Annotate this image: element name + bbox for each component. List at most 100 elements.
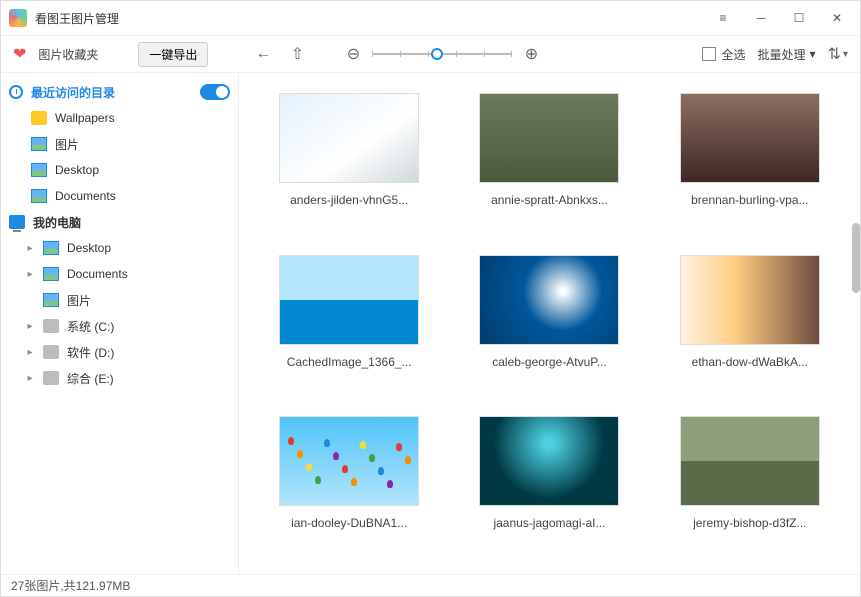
sidebar-recent-item[interactable]: Documents — [1, 183, 238, 209]
thumbnail-image — [479, 255, 619, 345]
slider-thumb[interactable] — [431, 48, 443, 60]
toolbar: ❤ 图片收藏夹 一键导出 ← ⇧ ⊖ ⊕ 全选 批量处理 ▾ ⇅ ▾ — [1, 35, 860, 73]
sidebar: 最近访问的目录 Wallpapers 图片 Desktop Documents 我的电… — [1, 73, 239, 574]
recent-toggle[interactable] — [200, 84, 230, 100]
sidebar-item-label: 系统 (C:) — [67, 318, 114, 335]
export-button[interactable]: 一键导出 — [138, 42, 208, 67]
sidebar-item-label: Wallpapers — [55, 111, 115, 125]
thumbnail-label: CachedImage_1366_... — [287, 355, 412, 369]
thumbnail-label: ethan-dow-dWaBkA... — [692, 355, 808, 369]
favorites-label[interactable]: 图片收藏夹 — [38, 46, 98, 63]
sidebar-item-label: Documents — [55, 189, 116, 203]
up-button[interactable]: ⇧ — [286, 43, 308, 65]
checkbox-icon — [702, 47, 716, 61]
chevron-right-icon: ▸ — [25, 373, 35, 384]
img-icon — [43, 267, 59, 281]
sidebar-recent-item[interactable]: 图片 — [1, 131, 238, 157]
thumbnail-image — [680, 93, 820, 183]
thumbnail-label: anders-jilden-vhnG5... — [290, 193, 408, 207]
thumbnail-image — [479, 93, 619, 183]
sidebar-item-label: Documents — [67, 267, 128, 281]
menu-button[interactable]: ≡ — [708, 3, 738, 33]
thumbnail-label: ian-dooley-DuBNA1... — [291, 516, 407, 530]
computer-icon — [9, 215, 25, 229]
thumbnail-image — [479, 416, 619, 506]
folder-icon — [31, 111, 47, 125]
sidebar-recent-header[interactable]: 最近访问的目录 — [1, 79, 238, 105]
thumbnail-item[interactable]: jeremy-bishop-d3fZ... — [670, 416, 830, 554]
minimize-button[interactable]: ─ — [746, 3, 776, 33]
thumbnail-label: jeremy-bishop-d3fZ... — [693, 516, 806, 530]
img-icon — [31, 163, 47, 177]
sidebar-computer-item[interactable]: ▸ 综合 (E:) — [1, 365, 238, 391]
chevron-right-icon: ▸ — [25, 321, 35, 332]
chevron-right-icon: ▸ — [25, 269, 35, 280]
drive-icon — [43, 371, 59, 385]
chevron-right-icon: ▸ — [25, 347, 35, 358]
thumbnail-item[interactable]: anders-jilden-vhnG5... — [269, 93, 429, 231]
sidebar-computer-item[interactable]: ▸ 软件 (D:) — [1, 339, 238, 365]
sidebar-item-label: 综合 (E:) — [67, 370, 114, 387]
thumbnail-image — [279, 255, 419, 345]
thumbnail-image — [680, 416, 820, 506]
thumbnail-grid: anders-jilden-vhnG5... annie-spratt-Abnkx… — [239, 73, 860, 574]
img-icon — [31, 137, 47, 151]
thumbnail-item[interactable]: jaanus-jagomagi-aI... — [469, 416, 629, 554]
thumbnail-item[interactable]: ian-dooley-DuBNA1... — [269, 416, 429, 554]
sidebar-computer-item[interactable]: ▸ 系统 (C:) — [1, 313, 238, 339]
clock-icon — [9, 85, 23, 99]
close-button[interactable]: ✕ — [822, 3, 852, 33]
thumbnail-item[interactable]: caleb-george-AtvuP... — [469, 255, 629, 393]
thumbnail-image — [680, 255, 820, 345]
sidebar-item-label: 图片 — [55, 136, 79, 153]
heart-icon: ❤ — [13, 44, 26, 64]
thumbnail-image — [279, 416, 419, 506]
main-panel: anders-jilden-vhnG5... annie-spratt-Abnkx… — [239, 73, 860, 574]
sidebar-item-label: Desktop — [67, 241, 111, 255]
back-button[interactable]: ← — [252, 43, 274, 65]
batch-process-dropdown[interactable]: 批量处理 ▾ — [758, 46, 816, 63]
recent-header-label: 最近访问的目录 — [31, 84, 115, 101]
thumbnail-label: annie-spratt-Abnkxs... — [491, 193, 608, 207]
zoom-in-icon[interactable]: ⊕ — [520, 43, 542, 65]
select-all-checkbox[interactable]: 全选 — [702, 46, 746, 63]
sidebar-computer-item[interactable]: ▸ Desktop — [1, 235, 238, 261]
maximize-button[interactable]: ☐ — [784, 3, 814, 33]
batch-label: 批量处理 — [758, 46, 806, 63]
zoom-slider[interactable]: ⊖ ⊕ — [342, 43, 542, 65]
sort-dropdown[interactable]: ⇅ ▾ — [828, 44, 848, 64]
sidebar-computer-header[interactable]: 我的电脑 — [1, 209, 238, 235]
computer-header-label: 我的电脑 — [33, 214, 81, 231]
img-icon — [31, 189, 47, 203]
slider-track[interactable] — [372, 53, 512, 55]
sidebar-item-label: 软件 (D:) — [67, 344, 114, 361]
status-text: 27张图片,共121.97MB — [11, 577, 130, 594]
drive-icon — [43, 319, 59, 333]
img-icon — [43, 293, 59, 307]
sidebar-recent-item[interactable]: Desktop — [1, 157, 238, 183]
titlebar: 看图王图片管理 ≡ ─ ☐ ✕ — [1, 1, 860, 35]
status-bar: 27张图片,共121.97MB — [1, 574, 860, 596]
select-all-label: 全选 — [722, 46, 746, 63]
window-title: 看图王图片管理 — [35, 10, 119, 27]
thumbnail-item[interactable]: brennan-burling-vpa... — [670, 93, 830, 231]
drive-icon — [43, 345, 59, 359]
sidebar-computer-item[interactable]: ▸ Documents — [1, 261, 238, 287]
chevron-down-icon: ▾ — [810, 47, 816, 61]
chevron-right-icon: ▸ — [25, 243, 35, 254]
thumbnail-item[interactable]: ethan-dow-dWaBkA... — [670, 255, 830, 393]
thumbnail-label: jaanus-jagomagi-aI... — [493, 516, 605, 530]
thumbnail-label: caleb-george-AtvuP... — [492, 355, 607, 369]
sidebar-item-label: 图片 — [67, 292, 91, 309]
img-icon — [43, 241, 59, 255]
thumbnail-item[interactable]: annie-spratt-Abnkxs... — [469, 93, 629, 231]
thumbnail-image — [279, 93, 419, 183]
thumbnail-label: brennan-burling-vpa... — [691, 193, 808, 207]
thumbnail-item[interactable]: CachedImage_1366_... — [269, 255, 429, 393]
app-icon — [9, 9, 27, 27]
scrollbar[interactable] — [852, 223, 860, 293]
zoom-out-icon[interactable]: ⊖ — [342, 43, 364, 65]
sidebar-computer-item[interactable]: 图片 — [1, 287, 238, 313]
sidebar-recent-item[interactable]: Wallpapers — [1, 105, 238, 131]
sidebar-item-label: Desktop — [55, 163, 99, 177]
